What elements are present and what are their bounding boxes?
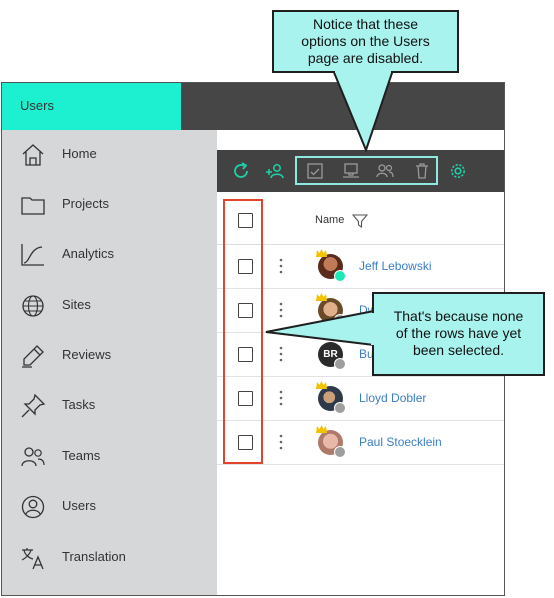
pin-icon xyxy=(20,393,46,419)
computer-icon[interactable] xyxy=(341,161,361,181)
user-name-link[interactable]: Paul Stoecklein xyxy=(359,435,442,449)
avatar xyxy=(316,381,346,414)
gear-icon[interactable] xyxy=(448,161,468,181)
toolbar xyxy=(217,150,504,192)
user-name-link[interactable]: Jeff Lebowski xyxy=(359,259,432,273)
user-name-link[interactable]: Lloyd Dobler xyxy=(359,391,426,405)
home-icon xyxy=(20,142,46,168)
sidebar-item-analytics[interactable]: Analytics xyxy=(2,230,217,280)
analytics-icon xyxy=(20,242,46,268)
checklist-icon[interactable] xyxy=(305,161,325,181)
callout-line: of the rows have yet xyxy=(395,325,522,341)
crown-icon xyxy=(316,381,327,389)
sidebar-item-label: Teams xyxy=(62,448,101,463)
sidebar-item-home[interactable]: Home xyxy=(2,130,217,180)
row-menu-icon[interactable] xyxy=(279,258,283,274)
avatar: BR xyxy=(318,342,346,370)
add-user-icon[interactable] xyxy=(265,161,285,181)
row-menu-icon[interactable] xyxy=(279,434,283,450)
user-icon xyxy=(20,494,46,520)
crown-icon xyxy=(316,293,327,301)
sidebar-item-sites[interactable]: Sites xyxy=(2,281,217,331)
sidebar-item-label: Reviews xyxy=(62,347,112,362)
folder-icon xyxy=(20,192,46,218)
row-menu-icon[interactable] xyxy=(279,302,283,318)
status-offline-icon xyxy=(334,314,346,326)
sidebar-item-label: Projects xyxy=(62,196,109,211)
sidebar-item-label: Tasks xyxy=(62,397,96,412)
callout-line: page are disabled. xyxy=(307,50,424,66)
checkbox-column-highlight xyxy=(223,199,263,464)
row-menu-icon[interactable] xyxy=(279,346,283,362)
refresh-icon[interactable] xyxy=(231,161,251,181)
tab-users[interactable]: Users xyxy=(2,83,181,130)
filter-icon[interactable] xyxy=(351,213,369,229)
translate-icon xyxy=(20,545,46,571)
sidebar-item-projects[interactable]: Projects xyxy=(2,180,217,230)
callout-line: Notice that these xyxy=(312,16,419,32)
sidebar-item-users[interactable]: Users xyxy=(2,482,217,532)
pen-icon xyxy=(20,343,46,369)
top-bar: Users xyxy=(2,83,504,130)
crown-icon xyxy=(316,249,327,257)
trash-icon[interactable] xyxy=(412,161,432,181)
sidebar-item-teams[interactable]: Teams xyxy=(2,432,217,482)
teams-icon xyxy=(20,444,46,470)
callout-line: been selected. xyxy=(412,342,505,358)
sidebar-item-label: Translation xyxy=(62,549,126,564)
status-online-icon xyxy=(334,270,346,282)
callout-line: options on the Users xyxy=(301,33,430,49)
sidebar-item-tasks[interactable]: Tasks xyxy=(2,381,217,431)
status-offline-icon xyxy=(334,358,346,370)
sidebar-item-label: Home xyxy=(62,146,97,161)
avatar xyxy=(316,293,346,326)
right-callout-seam xyxy=(371,313,375,345)
callout-disabled-options: Notice that these options on the Users p… xyxy=(272,10,459,73)
sidebar-item-translation[interactable]: Translation xyxy=(2,533,217,583)
top-callout-seam xyxy=(335,69,391,73)
tab-users-label: Users xyxy=(20,98,54,113)
column-header-name[interactable]: Name xyxy=(315,214,344,226)
avatar xyxy=(316,425,346,458)
crown-icon xyxy=(316,425,327,433)
avatar xyxy=(316,249,346,282)
sidebar-item-reviews[interactable]: Reviews xyxy=(2,331,217,381)
callout-line: That's because none xyxy=(393,308,524,324)
row-menu-icon[interactable] xyxy=(279,390,283,406)
globe-icon xyxy=(20,293,46,319)
users-icon[interactable] xyxy=(375,161,395,181)
sidebar-item-label: Sites xyxy=(62,297,91,312)
sidebar-item-label: Analytics xyxy=(62,246,115,261)
status-offline-icon xyxy=(334,402,346,414)
callout-no-rows-selected: That's because none of the rows have yet… xyxy=(372,292,545,376)
status-offline-icon xyxy=(334,446,346,458)
sidebar-item-label: Users xyxy=(62,498,96,513)
sidebar: Home Projects Analytics Sites Reviews Ta… xyxy=(2,130,217,595)
